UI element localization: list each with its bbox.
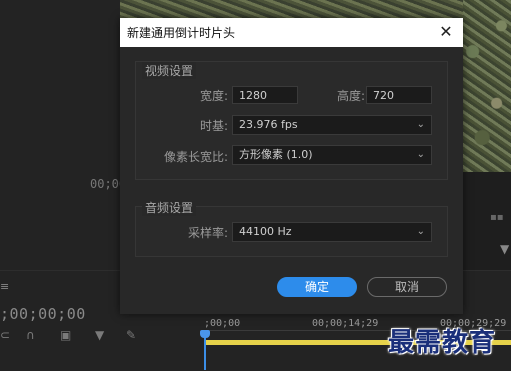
height-label: 高度: <box>336 89 365 103</box>
menu-icon[interactable]: ≡ <box>0 280 9 293</box>
play-icon[interactable]: ▼ <box>500 242 509 256</box>
left-panel <box>0 0 120 270</box>
chevron-down-icon: ⌄ <box>416 149 425 160</box>
program-monitor-video <box>463 0 511 172</box>
snap-icon[interactable]: ⊂ <box>0 328 10 342</box>
dialog-titlebar[interactable]: 新建通用倒计时片头 ✕ <box>120 18 463 47</box>
chevron-down-icon: ⌄ <box>416 226 425 237</box>
marker-icon[interactable]: ▣ <box>60 328 71 342</box>
pixel-aspect-value: 方形像素 (1.0) <box>239 148 313 161</box>
wrench-icon[interactable]: ✎ <box>126 328 136 342</box>
bookmark-icon[interactable]: ▼ <box>95 328 104 342</box>
dialog-title: 新建通用倒计时片头 <box>127 26 236 40</box>
width-field[interactable]: 1280 <box>232 86 298 104</box>
pixel-aspect-select[interactable]: 方形像素 (1.0) ⌄ <box>232 145 432 165</box>
sample-rate-label: 采样率: <box>187 226 228 240</box>
width-label: 宽度: <box>199 89 228 103</box>
timeline-timecode[interactable]: ;00;00;00 <box>0 305 86 323</box>
close-icon[interactable]: ✕ <box>435 21 457 43</box>
ruler-label-mid: 00;00;14;29 <box>312 318 379 329</box>
playhead-handle[interactable] <box>200 330 210 338</box>
height-field[interactable]: 720 <box>366 86 432 104</box>
timeline-header: ≡ <box>0 280 9 293</box>
link-icon[interactable]: ∩ <box>26 328 35 342</box>
sample-rate-value: 44100 Hz <box>239 225 292 238</box>
monitor-ticks: ▪▪ <box>490 212 504 223</box>
ruler-label-start: ;00;00 <box>204 318 241 329</box>
new-countdown-dialog: 新建通用倒计时片头 ✕ 视频设置 宽度: 1280 高度: 720 时基: 23… <box>120 18 463 314</box>
timebase-label: 时基: <box>199 119 228 133</box>
audio-settings-title: 音频设置 <box>142 199 197 216</box>
timebase-select[interactable]: 23.976 fps ⌄ <box>232 115 432 135</box>
pixel-aspect-label: 像素长宽比: <box>163 150 228 164</box>
video-settings-title: 视频设置 <box>142 62 197 79</box>
timebase-value: 23.976 fps <box>239 118 298 131</box>
video-preview-top <box>120 0 463 18</box>
watermark: 最需教育 <box>388 328 497 358</box>
ok-button[interactable]: 确定 <box>277 277 357 297</box>
sample-rate-select[interactable]: 44100 Hz ⌄ <box>232 222 432 242</box>
cancel-button[interactable]: 取消 <box>367 277 447 297</box>
chevron-down-icon: ⌄ <box>416 119 425 130</box>
